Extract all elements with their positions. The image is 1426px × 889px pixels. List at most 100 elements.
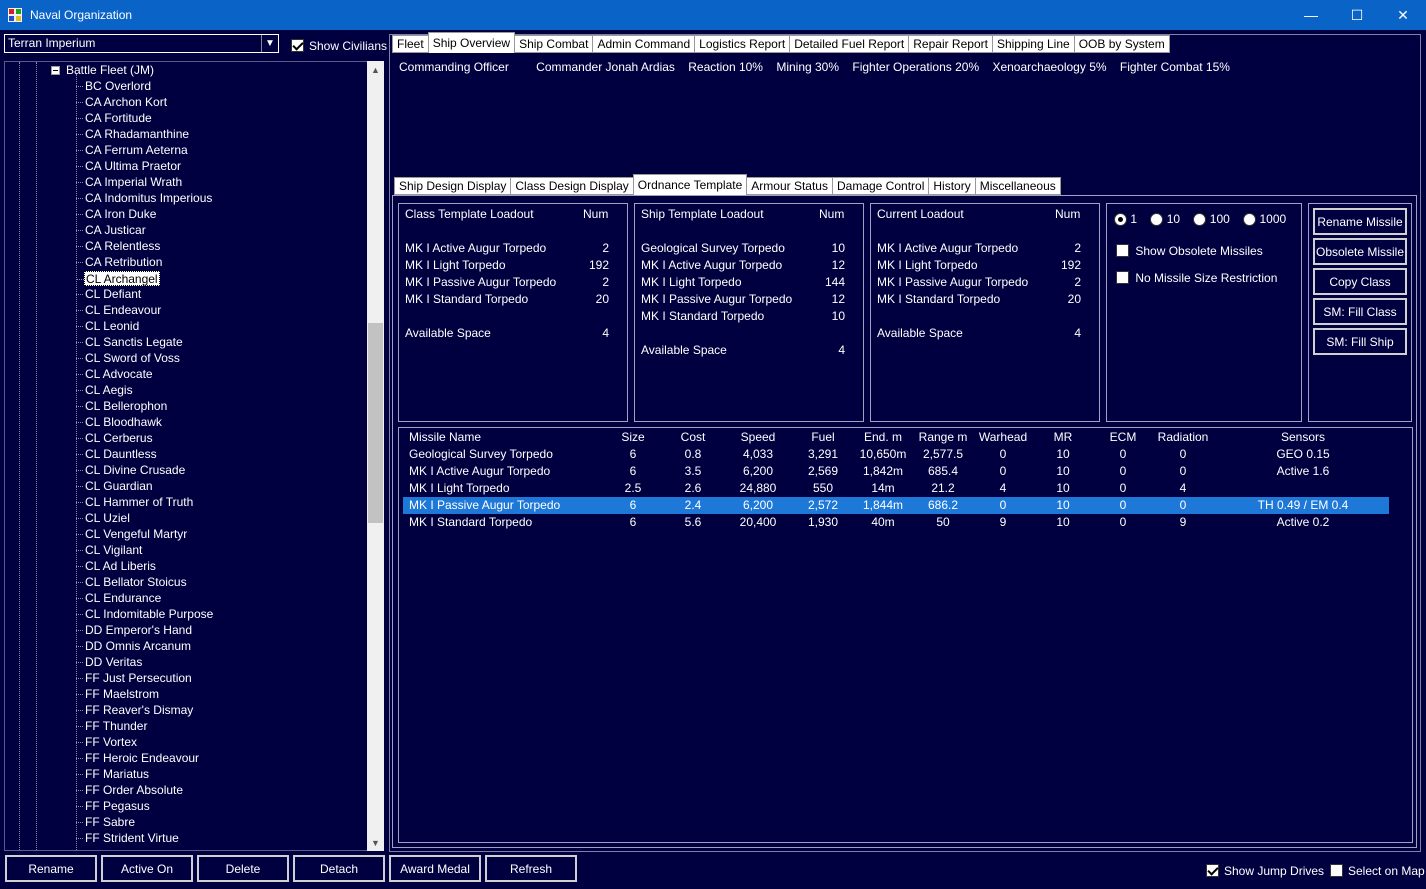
table-row[interactable]: MK I Active Augur Torpedo 6 3.5 6,200 2,569 1… xyxy=(403,463,1389,480)
tab-repair-report[interactable]: Repair Report xyxy=(908,35,993,53)
table-row[interactable]: MK I Passive Augur Torpedo 6 2.4 6,200 2,572… xyxy=(403,497,1389,514)
tree-item-ship[interactable]: CA Indomitus Imperious xyxy=(75,191,213,206)
column-header[interactable]: Missile Name xyxy=(409,429,481,446)
tree-item-ship[interactable]: CA Justicar xyxy=(76,223,147,238)
tree-item-ship[interactable]: CL Hammer of Truth xyxy=(75,495,194,510)
delete-button[interactable]: Delete xyxy=(197,855,289,882)
subtab-class-design-display[interactable]: Class Design Display xyxy=(510,177,634,195)
race-select[interactable]: Terran Imperium ▼ xyxy=(4,34,279,53)
column-header[interactable]: Cost xyxy=(681,429,706,446)
tab-oob-by-system[interactable]: OOB by System xyxy=(1073,35,1170,53)
tree-item-ship[interactable]: CL Indomitable Purpose xyxy=(75,607,214,622)
subtab-miscellaneous[interactable]: Miscellaneous xyxy=(974,177,1061,195)
column-header[interactable]: Range m xyxy=(919,429,968,446)
tree-item-ship[interactable]: CA Relentless xyxy=(75,239,161,254)
table-row[interactable]: MK I Standard Torpedo 6 5.6 20,400 1,930 40m 5… xyxy=(403,514,1389,531)
tree-item-ship[interactable]: FF Mariatus xyxy=(75,767,150,782)
tree-item-ship[interactable]: CA Fortitude xyxy=(76,111,153,126)
detach-button[interactable]: Detach xyxy=(293,855,385,882)
award-medal-button[interactable]: Award Medal xyxy=(389,855,481,882)
column-header[interactable]: Speed xyxy=(741,429,776,446)
tab-shipping-line[interactable]: Shipping Line xyxy=(991,35,1075,53)
tree-item-ship[interactable]: CL Bloodhawk xyxy=(76,415,163,430)
table-row[interactable]: Geological Survey Torpedo 6 0.8 4,033 3,291 1… xyxy=(403,446,1389,463)
scroll-thumb[interactable] xyxy=(368,323,383,523)
tab-fleet[interactable]: Fleet xyxy=(392,35,429,53)
tree-item-ship[interactable]: CL Bellator Stoicus xyxy=(76,575,188,590)
table-row[interactable]: MK I Light Torpedo 2.5 2.6 24,880 550 14m 21.2… xyxy=(403,480,1389,497)
tree-item-ship[interactable]: FF Maelstrom xyxy=(75,687,160,702)
tab-detailed-fuel-report[interactable]: Detailed Fuel Report xyxy=(789,35,910,53)
close-button[interactable]: ✕ xyxy=(1380,0,1426,30)
tree-item-ship[interactable]: CA Ultima Praetor xyxy=(75,159,182,174)
chevron-down-icon[interactable]: ▼ xyxy=(261,35,278,52)
tree-item-ship[interactable]: CL Vigilant xyxy=(75,543,143,558)
tree-item-ship[interactable]: CL Cerberus xyxy=(76,431,154,446)
tree-item-ship[interactable]: CL Uziel xyxy=(76,511,131,526)
tree-item-ship[interactable]: CL Sanctis Legate xyxy=(76,335,184,350)
show-obsolete-check-icon[interactable] xyxy=(1116,244,1129,258)
tree-item-ship[interactable]: FF Reaver's Dismay xyxy=(75,703,194,718)
tree-item-ship[interactable]: CL Vengeful Martyr xyxy=(75,527,188,542)
tab-ship-overview[interactable]: Ship Overview xyxy=(427,32,516,53)
missile-table[interactable]: Missile Name Size Cost Speed Fuel End. m Range… xyxy=(398,427,1413,843)
tree-item-ship[interactable]: FF Strident Virtue xyxy=(76,831,180,846)
tree-item-ship[interactable]: CL Advocate xyxy=(76,367,154,382)
fleet-tree[interactable]: Battle Fleet (JM) BC Overlord CA Archon K… xyxy=(4,61,384,851)
show-jump-drives-check-icon[interactable] xyxy=(1206,864,1219,878)
tree-item-ship[interactable]: CL Sword of Voss xyxy=(76,351,181,366)
tree-item-ship[interactable]: CL Leonid xyxy=(75,319,140,334)
subtab-damage-control[interactable]: Damage Control xyxy=(831,177,930,195)
tree-item-ship[interactable]: FF Heroic Endeavour xyxy=(75,751,200,766)
tree-item-ship[interactable]: CL Bellerophon xyxy=(75,399,168,414)
fleet-node[interactable]: Battle Fleet (JM) xyxy=(66,63,154,77)
tab-logistics-report[interactable]: Logistics Report xyxy=(694,35,791,53)
tree-item-ship[interactable]: CA Ferrum Aeterna xyxy=(76,143,189,158)
rename-missile-button[interactable]: Rename Missile xyxy=(1313,208,1407,235)
tree-item-ship[interactable]: CA Rhadamanthine xyxy=(75,127,190,142)
column-header[interactable]: ECM xyxy=(1110,429,1137,446)
tree-item-ship[interactable]: CL Defiant xyxy=(75,287,142,302)
tree-item-ship[interactable]: CL Divine Crusade xyxy=(75,463,186,478)
show-obsolete-checkbox[interactable]: Show Obsolete Missiles xyxy=(1116,243,1263,258)
increment-radio-100[interactable] xyxy=(1193,213,1207,227)
column-header[interactable]: End. m xyxy=(864,429,902,446)
tree-scrollbar[interactable]: ▲ ▼ xyxy=(367,61,384,851)
column-header[interactable]: Warhead xyxy=(979,429,1027,446)
select-on-map-checkbox[interactable]: Select on Map xyxy=(1325,863,1425,878)
tree-item-ship[interactable]: DD Emperor's Hand xyxy=(76,623,193,638)
tree-item-ship[interactable]: CL Aegis xyxy=(76,383,134,398)
increment-radio-1[interactable] xyxy=(1114,213,1127,227)
tree-item-ship[interactable]: CL Guardian xyxy=(76,479,154,494)
collapse-icon[interactable] xyxy=(51,66,60,75)
column-header[interactable]: Size xyxy=(621,429,644,446)
active-on-button[interactable]: Active On xyxy=(101,855,193,882)
tree-item-ship[interactable]: FF Thunder xyxy=(75,719,148,734)
scroll-down-icon[interactable]: ▼ xyxy=(367,834,384,851)
tree-item-ship[interactable]: CA Archon Kort xyxy=(75,95,168,110)
increment-radio-10[interactable] xyxy=(1150,213,1164,227)
show-civilians-checkbox[interactable]: Show Civilians xyxy=(291,38,387,53)
show-jump-drives-checkbox[interactable]: Show Jump Drives xyxy=(1201,863,1324,878)
tree-item-ship[interactable]: CL Archangel xyxy=(77,271,160,286)
tree-item-ship[interactable]: DD Omnis Arcanum xyxy=(75,639,192,654)
subtab-history[interactable]: History xyxy=(928,177,976,195)
tree-item-ship[interactable]: CA Imperial Wrath xyxy=(75,175,183,190)
subtab-ordnance-template[interactable]: Ordnance Template xyxy=(632,174,748,195)
sm-fill-class-button[interactable]: SM: Fill Class xyxy=(1313,298,1407,325)
tab-ship-combat[interactable]: Ship Combat xyxy=(514,35,594,53)
tab-admin-command[interactable]: Admin Command xyxy=(592,35,696,53)
show-civilians-check-icon[interactable] xyxy=(291,39,304,53)
column-header[interactable]: Radiation xyxy=(1158,429,1209,446)
no-size-restriction-check-icon[interactable] xyxy=(1116,271,1129,285)
scroll-up-icon[interactable]: ▲ xyxy=(367,61,384,78)
increment-radio-1000[interactable] xyxy=(1243,213,1257,227)
rename-button[interactable]: Rename xyxy=(5,855,97,882)
tree-item-ship[interactable]: CL Endurance xyxy=(75,591,162,606)
column-header[interactable]: MR xyxy=(1054,429,1073,446)
tree-item-ship[interactable]: FF Pegasus xyxy=(76,799,151,814)
maximize-button[interactable]: ☐ xyxy=(1334,0,1380,30)
subtab-ship-design-display[interactable]: Ship Design Display xyxy=(394,177,512,195)
tree-item-ship[interactable]: FF Order Absolute xyxy=(75,783,184,798)
tree-item-ship[interactable]: CL Ad Liberis xyxy=(76,559,157,574)
